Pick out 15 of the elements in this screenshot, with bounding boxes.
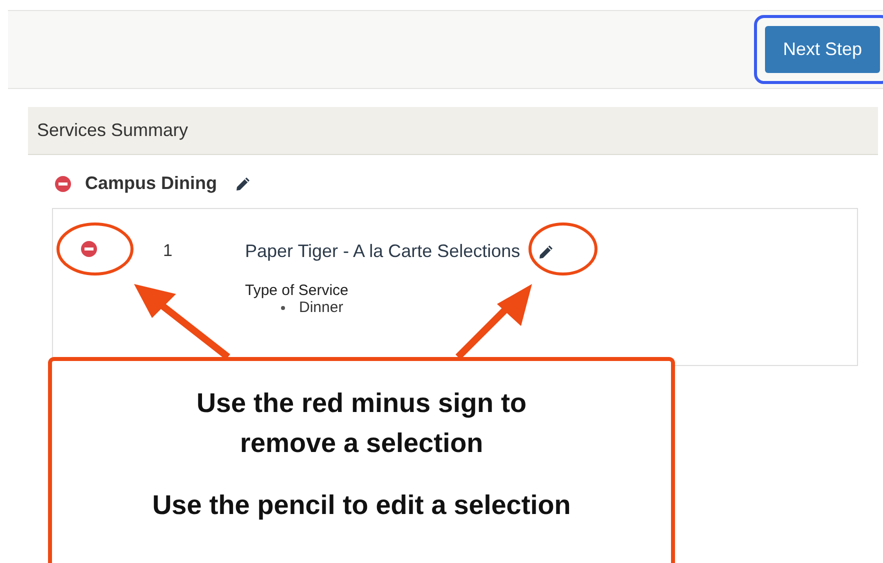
edit-icon[interactable] <box>235 176 252 192</box>
detail-label: Type of Service <box>245 282 350 299</box>
remove-icon[interactable] <box>81 241 97 257</box>
highlight-ellipse <box>528 222 598 276</box>
callout-text: Use the pencil to edit a selection <box>151 489 572 522</box>
group-name: Campus Dining <box>85 173 218 194</box>
panel-title: Services Summary <box>28 107 878 155</box>
remove-icon[interactable] <box>55 176 71 192</box>
bullet-icon <box>281 306 285 310</box>
item-number: 1 <box>163 241 172 260</box>
next-step-button[interactable]: Next Step <box>764 26 880 73</box>
callout-text: Use the red minus sign to remove a selection <box>195 387 528 460</box>
detail-value: Dinner <box>299 299 344 316</box>
selection-name: Paper Tiger - A la Carte Selections <box>245 241 520 262</box>
edit-icon[interactable] <box>538 244 554 260</box>
